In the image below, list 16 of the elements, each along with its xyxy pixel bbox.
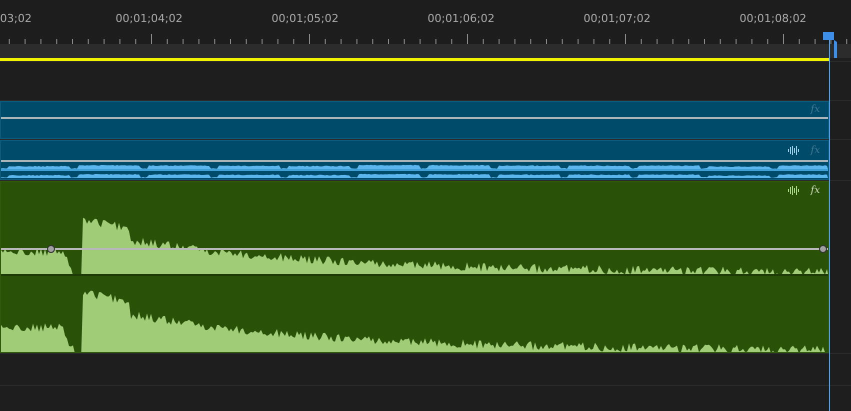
audio-clip[interactable]: fx — [0, 181, 829, 353]
timecode-label: 00;01;05;02 — [270, 12, 340, 24]
timecode-label: 00;01;06;02 — [426, 12, 496, 24]
timecode-label: 00;01;07;02 — [582, 12, 652, 24]
timecode-label: 03;02 — [0, 12, 33, 24]
fx-label: fx — [810, 104, 820, 115]
waveform-icon — [788, 146, 799, 155]
fx-label: fx — [810, 184, 820, 196]
timecode-label: 00;01;08;02 — [738, 12, 808, 24]
fx-label: fx — [810, 145, 820, 156]
volume-line[interactable] — [1, 245, 828, 253]
playhead-handle[interactable] — [823, 32, 837, 58]
timecode-label: 00;01;04;02 — [114, 12, 184, 24]
audio-clip[interactable]: fx — [0, 140, 829, 180]
video-clip[interactable]: fx — [0, 101, 829, 139]
waveform-icon — [788, 186, 799, 194]
